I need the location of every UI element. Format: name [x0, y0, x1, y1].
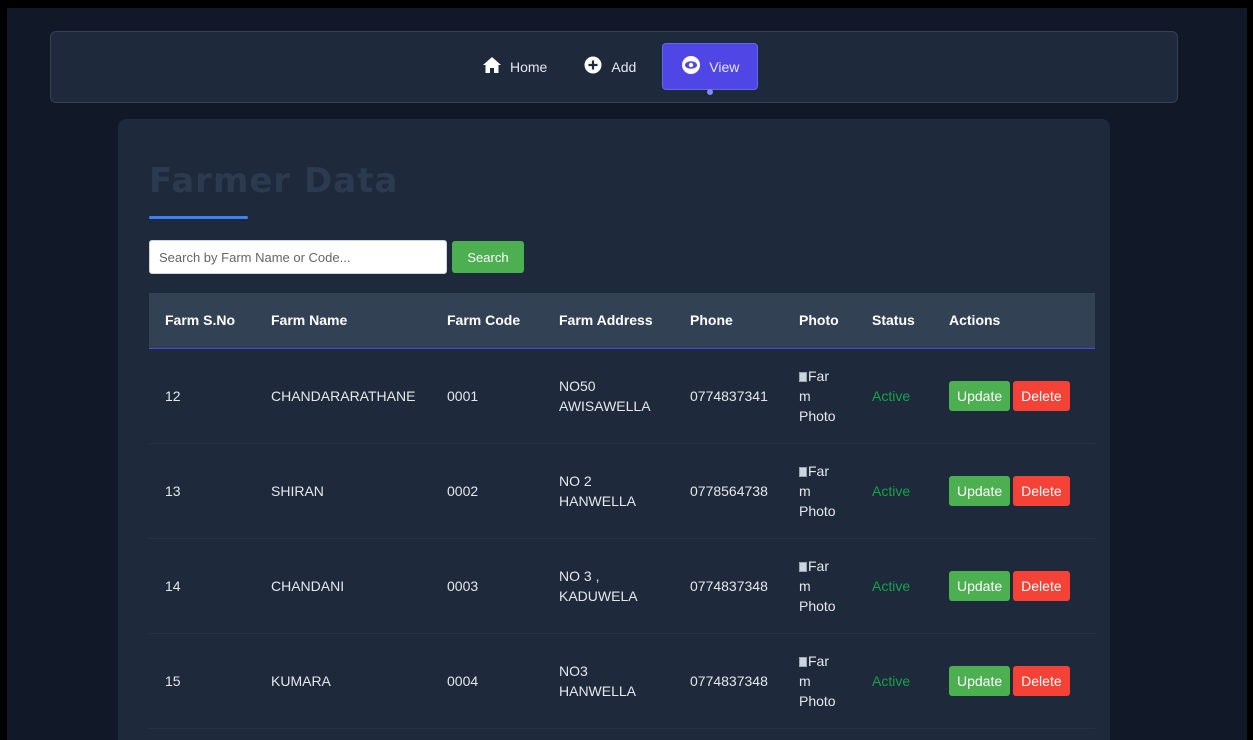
photo-alt-1: Far	[808, 462, 829, 479]
cell-photo: Far m Photo	[783, 538, 856, 634]
update-button[interactable]: Update	[949, 570, 1011, 601]
cell-code: 0002	[431, 443, 543, 539]
table-row: 12 CHANDARARATHANE 0001 NO50 AWISAWELLA 0…	[149, 348, 1095, 444]
search-input[interactable]	[149, 240, 447, 274]
cell-code: 0001	[431, 348, 543, 444]
nav-view-label: View	[709, 58, 740, 75]
address-line1: NO50	[559, 377, 596, 394]
broken-image-icon	[799, 371, 807, 382]
table-body: 12 CHANDARARATHANE 0001 NO50 AWISAWELLA 0…	[149, 348, 1095, 729]
farmer-table: Farm S.No Farm Name Farm Code Farm Addre…	[149, 293, 1095, 729]
address-line2: HANWELLA	[559, 492, 637, 509]
col-header-name: Farm Name	[271, 312, 348, 329]
address-line1: NO 2	[559, 472, 592, 489]
cell-status: Active	[856, 538, 933, 634]
title-underline	[149, 216, 248, 219]
cell-photo: Far m Photo	[783, 348, 856, 444]
address-line1: NO3	[559, 662, 588, 679]
nav-add-label: Add	[611, 58, 637, 75]
search-button[interactable]: Search	[452, 241, 524, 273]
address-line2: AWISAWELLA	[559, 397, 651, 414]
address-line2: KADUWELA	[559, 587, 638, 604]
photo-alt-2: m	[799, 577, 811, 594]
photo-alt-2: m	[799, 672, 811, 689]
plus-circle-icon	[583, 55, 603, 78]
page-title: Farmer Data	[149, 161, 399, 201]
cell-sno: 12	[149, 348, 255, 444]
table-row: 15 KUMARA 0004 NO3 HANWELLA 0774837348 Fa…	[149, 633, 1095, 729]
cell-name: SHIRAN	[255, 443, 431, 539]
cell-actions: Update Delete	[933, 538, 1095, 634]
nav-home-label: Home	[510, 58, 548, 75]
broken-image-icon	[799, 466, 807, 477]
cell-name: KUMARA	[255, 633, 431, 729]
col-header-status: Status	[872, 312, 915, 329]
cell-actions: Update Delete	[933, 348, 1095, 444]
delete-button[interactable]: Delete	[1013, 665, 1070, 696]
col-header-address: Farm Address	[559, 312, 653, 329]
cell-actions: Update Delete	[933, 443, 1095, 539]
nav-view[interactable]: View	[662, 43, 759, 95]
cell-name: CHANDARARATHANE	[255, 348, 431, 444]
col-header-photo: Photo	[799, 312, 839, 329]
table-header-row: Farm S.No Farm Name Farm Code Farm Addre…	[149, 293, 1095, 348]
nav-menu: Home Add View	[468, 43, 759, 95]
address-line1: NO 3 ,	[559, 567, 600, 584]
delete-button[interactable]: Delete	[1013, 380, 1070, 411]
photo-alt-3: Photo	[799, 502, 836, 519]
cell-phone: 0774837341	[674, 348, 783, 444]
cell-sno: 15	[149, 633, 255, 729]
table-header: Farm S.No Farm Name Farm Code Farm Addre…	[149, 293, 1095, 348]
delete-button[interactable]: Delete	[1013, 570, 1070, 601]
col-header-sno: Farm S.No	[165, 312, 236, 329]
col-header-phone: Phone	[690, 312, 733, 329]
photo-alt-1: Far	[808, 557, 829, 574]
photo-alt-1: Far	[808, 652, 829, 669]
cell-address: NO 3 , KADUWELA	[543, 538, 674, 634]
cell-phone: 0774837348	[674, 538, 783, 634]
cell-photo: Far m Photo	[783, 633, 856, 729]
cell-phone: 0774837348	[674, 633, 783, 729]
table-row: 13 SHIRAN 0002 NO 2 HANWELLA 0778564738 F…	[149, 443, 1095, 539]
cell-phone: 0778564738	[674, 443, 783, 539]
app-viewport: Home Add View Farmer Data Search by Farm…	[7, 8, 1247, 740]
photo-alt-2: m	[799, 387, 811, 404]
photo-alt-3: Photo	[799, 597, 836, 614]
nav-add[interactable]: Add	[569, 43, 650, 90]
update-button[interactable]: Update	[949, 665, 1011, 696]
photo-alt-3: Photo	[799, 692, 836, 709]
cell-actions: Update Delete	[933, 633, 1095, 729]
address-line2: HANWELLA	[559, 682, 637, 699]
broken-image-icon	[799, 561, 807, 572]
nav-home[interactable]: Home	[468, 43, 561, 90]
top-navbar: Home Add View	[50, 31, 1178, 103]
eye-icon	[681, 55, 701, 78]
col-header-code: Farm Code	[447, 312, 521, 329]
cell-code: 0004	[431, 633, 543, 729]
cell-address: NO50 AWISAWELLA	[543, 348, 674, 444]
home-icon	[482, 55, 502, 78]
photo-alt-2: m	[799, 482, 811, 499]
cell-status: Active	[856, 443, 933, 539]
photo-alt-1: Far	[808, 367, 829, 384]
farmer-data-card: Farmer Data Search Farm S.No Farm Name F…	[118, 119, 1110, 740]
cell-status: Active	[856, 633, 933, 729]
cell-name: CHANDANI	[255, 538, 431, 634]
cell-photo: Far m Photo	[783, 443, 856, 539]
table-row: 14 CHANDANI 0003 NO 3 , KADUWELA 07748373…	[149, 538, 1095, 634]
broken-image-icon	[799, 656, 807, 667]
photo-alt-3: Photo	[799, 407, 836, 424]
cell-code: 0003	[431, 538, 543, 634]
cell-address: NO 2 HANWELLA	[543, 443, 674, 539]
cell-sno: 13	[149, 443, 255, 539]
cell-sno: 14	[149, 538, 255, 634]
cell-status: Active	[856, 348, 933, 444]
col-header-actions: Actions	[949, 312, 1001, 329]
update-button[interactable]: Update	[949, 475, 1011, 506]
cell-address: NO3 HANWELLA	[543, 633, 674, 729]
delete-button[interactable]: Delete	[1013, 475, 1070, 506]
update-button[interactable]: Update	[949, 380, 1011, 411]
